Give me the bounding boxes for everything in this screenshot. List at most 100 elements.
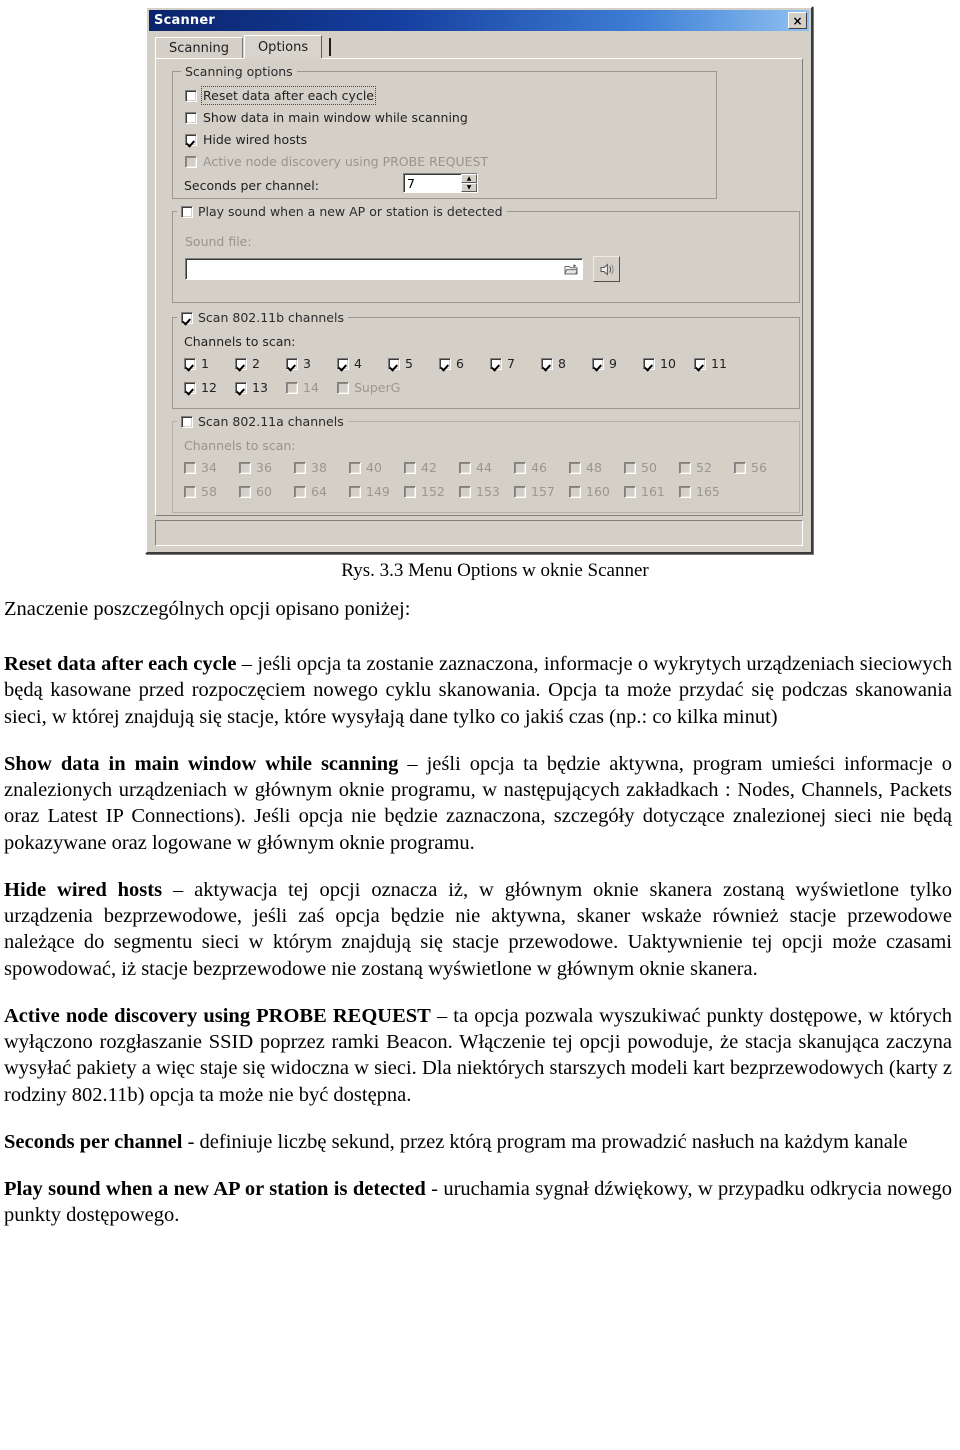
channel-checkbox-13[interactable]: 13 [235,380,286,395]
play-sound-button[interactable] [593,256,620,282]
window-title: Scanner [154,13,215,28]
checkbox-icon[interactable] [643,357,655,370]
checkbox-icon[interactable] [541,357,553,370]
channel-checkbox-11[interactable]: 11 [694,356,727,371]
scan-80211b-group-label: Scan 802.11b channels [198,310,344,325]
channel-label: 64 [311,484,327,499]
channel-checkbox-38: 38 [294,460,349,475]
channel-checkbox-152: 152 [404,484,459,499]
play-sound-group-label: Play sound when a new AP or station is d… [198,204,503,219]
chevron-down-icon[interactable]: ▼ [461,183,477,192]
tab-options[interactable]: Options [243,35,323,58]
channel-checkbox-6[interactable]: 6 [439,356,490,371]
section-term: Reset data after each cycle [4,653,237,676]
seconds-per-channel-stepper[interactable]: ▲ ▼ [403,173,478,193]
channel-checkbox-160: 160 [569,484,624,499]
checkbox-icon[interactable] [388,357,400,370]
checkbox-icon [337,381,349,394]
section-body: - definiuje liczbę sekund, przez którą p… [182,1130,908,1153]
channel-checkbox-44: 44 [459,460,514,475]
checkbox-icon[interactable] [184,357,196,370]
play-sound-group: Play sound when a new AP or station is d… [172,204,800,303]
checkbox-icon[interactable] [592,357,604,370]
sound-file-input[interactable] [186,261,563,277]
channel-checkbox-153: 153 [459,484,514,499]
channel-checkbox-2[interactable]: 2 [235,356,286,371]
checkbox-icon[interactable] [185,89,197,102]
checkbox-icon[interactable] [490,357,502,370]
checkbox-icon [404,461,416,474]
channel-label: 58 [201,484,217,499]
scan-80211a-group-header[interactable]: Scan 802.11a channels [177,414,348,429]
checkbox-icon[interactable] [694,357,706,370]
channel-checkbox-157: 157 [514,484,569,499]
checkbox-icon[interactable] [286,357,298,370]
checkbox-icon [184,485,196,498]
checkbox-icon[interactable] [181,205,193,218]
checkbox-icon[interactable] [337,357,349,370]
spinner-arrows[interactable]: ▲ ▼ [461,174,477,192]
checkbox-label: Active node discovery using PROBE REQUES… [203,154,489,169]
checkbox-reset-data-after-each-cycle[interactable]: Reset data after each cycle [185,86,376,105]
channel-label: 48 [586,460,602,475]
checkbox-icon[interactable] [184,381,196,394]
chevron-up-icon[interactable]: ▲ [461,174,477,183]
channel-label: 34 [201,460,217,475]
section-paragraph-reset-data: Reset data after each cycle – jeśli opcj… [4,651,952,730]
channel-checkbox-1[interactable]: 1 [184,356,235,371]
scan-80211a-group-label: Scan 802.11a channels [198,414,344,429]
channel-checkbox-4[interactable]: 4 [337,356,388,371]
checkbox-icon[interactable] [185,111,197,124]
folder-open-icon[interactable] [563,262,579,276]
section-paragraph-play-sound: Play sound when a new AP or station is d… [4,1176,952,1228]
checkbox-icon [294,461,306,474]
channel-checkbox-52: 52 [679,460,734,475]
checkbox-icon[interactable] [235,357,247,370]
checkbox-icon [349,461,361,474]
tab-caret [329,38,332,56]
channel-checkbox-8[interactable]: 8 [541,356,592,371]
channel-checkbox-7[interactable]: 7 [490,356,541,371]
channel-checkbox-3[interactable]: 3 [286,356,337,371]
scan-80211b-group-header[interactable]: Scan 802.11b channels [177,310,348,325]
sound-file-field[interactable] [185,258,583,280]
section-term: Active node discovery using PROBE REQUES… [4,1004,431,1027]
channel-checkbox-56: 56 [734,460,767,475]
seconds-per-channel-label: Seconds per channel: [184,178,319,193]
checkbox-icon [286,381,298,394]
channel-label: 46 [531,460,547,475]
channel-checkbox-165: 165 [679,484,720,499]
channels-to-scan-label-b: Channels to scan: [184,334,296,349]
checkbox-icon[interactable] [235,381,247,394]
tab-scanning[interactable]: Scanning [155,37,243,58]
scan-80211b-group: Scan 802.11b channels Channels to scan: … [172,310,800,409]
checkbox-icon[interactable] [439,357,451,370]
seconds-per-channel-input[interactable] [404,174,461,192]
sound-file-label: Sound file: [185,234,252,249]
close-icon[interactable]: × [788,12,807,29]
section-term: Show data in main window while scanning [4,752,399,775]
channel-checkbox-48: 48 [569,460,624,475]
checkbox-icon[interactable] [181,311,193,324]
channel-label: 60 [256,484,272,499]
checkbox-icon[interactable] [181,415,193,428]
channel-label: 36 [256,460,272,475]
channel-label: 152 [421,484,445,499]
channel-checkbox-5[interactable]: 5 [388,356,439,371]
channel-checkbox-10[interactable]: 10 [643,356,694,371]
channel-label: 8 [558,356,566,371]
channel-label: 3 [303,356,311,371]
play-sound-group-header[interactable]: Play sound when a new AP or station is d… [177,204,507,219]
channel-checkbox-42: 42 [404,460,459,475]
options-tab-page: Scanning options Reset data after each c… [155,58,803,516]
channel-label: 14 [303,380,319,395]
channel-label: 6 [456,356,464,371]
checkbox-hide-wired-hosts[interactable]: Hide wired hosts [185,132,307,147]
scanner-window: Scanner × Scanning Options Scanning opti… [145,6,813,554]
checkbox-icon[interactable] [185,133,197,146]
checkbox-show-data-in-main-window[interactable]: Show data in main window while scanning [185,110,468,125]
channel-label: SuperG [354,380,401,395]
channel-checkbox-9[interactable]: 9 [592,356,643,371]
channel-row-b-2: 12 13 14 SuperG [184,380,400,395]
channel-checkbox-12[interactable]: 12 [184,380,235,395]
